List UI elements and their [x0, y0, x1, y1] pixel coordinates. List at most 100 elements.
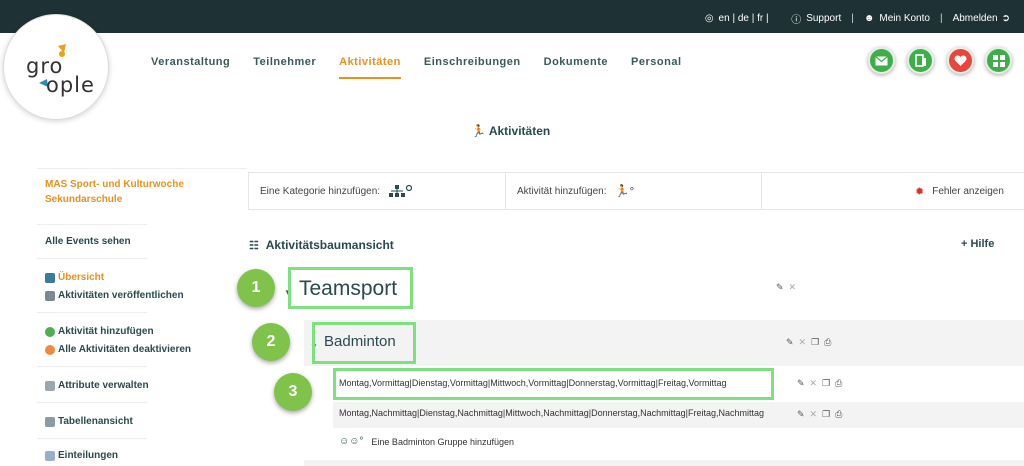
sidebar-divider — [37, 312, 147, 313]
sidebar-item-all-events[interactable]: Alle Events sehen — [45, 236, 131, 247]
add-category-icon — [389, 184, 413, 197]
heart-icon — [954, 54, 967, 66]
action-toolbar: Eine Kategorie hinzufügen: Aktivität hin… — [248, 172, 1024, 210]
sidebar-item-deactivate-all[interactable]: Alle Aktivitäten deaktivieren — [45, 344, 191, 355]
tree-view-title: ☷ Aktivitätsbaumansicht — [249, 238, 394, 252]
top-links: ◎ en | de | fr | | ⓘ Support | ☻ Mein Ko… — [705, 11, 1010, 26]
sidebar-divider — [37, 402, 147, 403]
add-category-action[interactable]: Eine Kategorie hinzufügen: — [260, 173, 413, 209]
support-link[interactable]: Support — [806, 13, 841, 24]
copy-icon[interactable]: ❐ — [822, 378, 830, 389]
slot-actions: ✎ ✕ ❐ ⎙ — [797, 409, 847, 420]
activity-name[interactable]: Badminton — [324, 333, 396, 350]
add-group-label: Eine Badminton Gruppe hinzufügen — [371, 436, 515, 447]
edit-icon[interactable]: ✎ — [797, 378, 805, 389]
time-slot-group[interactable]: Montag,Nachmittag|Dienstag,Nachmittag|Mi… — [339, 408, 783, 418]
groople-logo[interactable]: gro ople — [3, 14, 109, 120]
chart-icon — [45, 290, 55, 301]
delete-icon[interactable]: ✕ — [810, 409, 818, 420]
sidebar-item-add-activity[interactable]: Aktivität hinzufügen — [45, 326, 154, 337]
sidebar-divider — [37, 438, 147, 439]
nav-teilnehmer[interactable]: Teilnehmer — [253, 56, 316, 79]
apps-button[interactable] — [985, 47, 1012, 74]
tag-icon — [45, 450, 55, 461]
logout-link[interactable]: Abmelden — [953, 13, 998, 24]
show-errors-action[interactable]: ✹ Fehler anzeigen — [915, 173, 1004, 209]
edit-icon[interactable]: ✎ — [797, 409, 805, 420]
sitemap-icon: ☷ — [249, 240, 259, 252]
category-actions: ✎ ✕ — [776, 282, 801, 293]
help-link[interactable]: + Hilfe — [961, 238, 994, 250]
add-group-icon: ☺☺° — [339, 436, 364, 447]
add-activity-action[interactable]: Aktivität hinzufügen: 🏃° — [517, 173, 634, 209]
time-slot-group[interactable]: Montag,Vormittag|Dienstag,Vormittag|Mitt… — [339, 378, 727, 388]
separator: | — [851, 13, 854, 24]
sidebar-item-label: Tabellenansicht — [58, 416, 133, 427]
deactivate-icon — [45, 344, 55, 355]
sidebar-item-label: Aktivität hinzufügen — [58, 326, 154, 337]
top-bar: ◎ en | de | fr | | ⓘ Support | ☻ Mein Ko… — [0, 0, 1024, 33]
nav-einschreibungen[interactable]: Einschreibungen — [424, 56, 521, 79]
nav-aktivitaeten[interactable]: Aktivitäten — [339, 56, 401, 79]
nav-dokumente[interactable]: Dokumente — [544, 56, 608, 79]
sidebar-item-label: Einteilungen — [58, 450, 118, 461]
sidebar-item-publish[interactable]: Aktivitäten veröffentlichen — [45, 290, 184, 301]
logo-text-line2: ople — [46, 73, 95, 97]
copy-icon[interactable]: ❐ — [811, 337, 819, 348]
separator: | — [939, 13, 943, 24]
sidebar-event-name[interactable]: MAS Sport- und Kulturwoche Sekundarschul… — [37, 168, 247, 224]
print-icon[interactable]: ⎙ — [835, 378, 842, 389]
my-account-link[interactable]: Mein Konto — [879, 13, 930, 24]
print-icon[interactable]: ⎙ — [835, 409, 842, 420]
sidebar-item-table-view[interactable]: Tabellenansicht — [45, 416, 133, 427]
sidebar-item-assignments[interactable]: Einteilungen — [45, 450, 118, 461]
activity-actions: ✎ ✕ ❐ ⎙ — [786, 337, 836, 348]
mail-icon — [875, 55, 888, 65]
category-name[interactable]: Teamsport — [299, 277, 397, 301]
nav-veranstaltung[interactable]: Veranstaltung — [151, 56, 230, 79]
edit-icon[interactable]: ✎ — [776, 282, 784, 293]
messages-button[interactable] — [868, 47, 895, 74]
sidebar: MAS Sport- und Kulturwoche Sekundarschul… — [37, 168, 247, 224]
list-settings-icon — [45, 380, 55, 391]
sidebar-item-label: Aktivitäten veröffentlichen — [58, 290, 184, 301]
add-group-action[interactable]: ☺☺° Eine Badminton Gruppe hinzufügen — [339, 436, 514, 447]
toolbar-divider — [761, 173, 762, 209]
callout-badge: 1 — [237, 269, 275, 307]
delete-icon[interactable]: ✕ — [799, 337, 807, 348]
sidebar-item-label: Übersicht — [58, 272, 105, 283]
delete-icon[interactable]: ✕ — [789, 282, 797, 293]
logo-text: gro ople — [26, 56, 95, 97]
page-title-text: Aktivitäten — [488, 124, 551, 138]
sidebar-item-label: Alle Events sehen — [45, 236, 131, 247]
delete-icon[interactable]: ✕ — [810, 378, 818, 389]
sidebar-item-label: Alle Aktivitäten deaktivieren — [58, 344, 192, 355]
add-category-label: Eine Kategorie hinzufügen: — [260, 185, 381, 197]
running-person-icon: 🏃 — [471, 124, 486, 138]
sidebar-divider — [37, 224, 147, 225]
info-icon: ⓘ — [791, 15, 802, 26]
main-nav: Veranstaltung Teilnehmer Aktivitäten Ein… — [151, 56, 705, 79]
bug-icon: ✹ — [915, 185, 925, 198]
grid-icon — [992, 54, 1005, 67]
running-person-add-icon: 🏃° — [614, 184, 635, 198]
edit-icon[interactable]: ✎ — [786, 337, 794, 348]
copy-icon[interactable]: ❐ — [822, 409, 830, 420]
callout-badge: 3 — [274, 373, 312, 411]
callout-badge: 2 — [252, 323, 290, 361]
sidebar-divider — [37, 366, 147, 367]
add-circle-icon — [45, 326, 55, 337]
tree-view-title-text: Aktivitätsbaumansicht — [265, 238, 394, 252]
page-title: 🏃 Aktivitäten — [471, 124, 550, 138]
favorites-button[interactable] — [947, 47, 974, 74]
globe-icon: ◎ — [704, 13, 714, 24]
sidebar-item-overview[interactable]: Übersicht — [45, 272, 104, 283]
nav-personal[interactable]: Personal — [631, 56, 681, 79]
sidebar-item-label: Attribute verwalten — [58, 380, 149, 391]
logout-icon: ➲ — [1001, 13, 1010, 24]
exit-button[interactable] — [907, 47, 934, 74]
print-icon[interactable]: ⎙ — [824, 337, 831, 348]
language-switcher[interactable]: en | de | fr | — [719, 13, 769, 24]
sidebar-item-attributes[interactable]: Attribute verwalten — [45, 380, 149, 391]
add-activity-label: Aktivität hinzufügen: — [517, 185, 607, 197]
